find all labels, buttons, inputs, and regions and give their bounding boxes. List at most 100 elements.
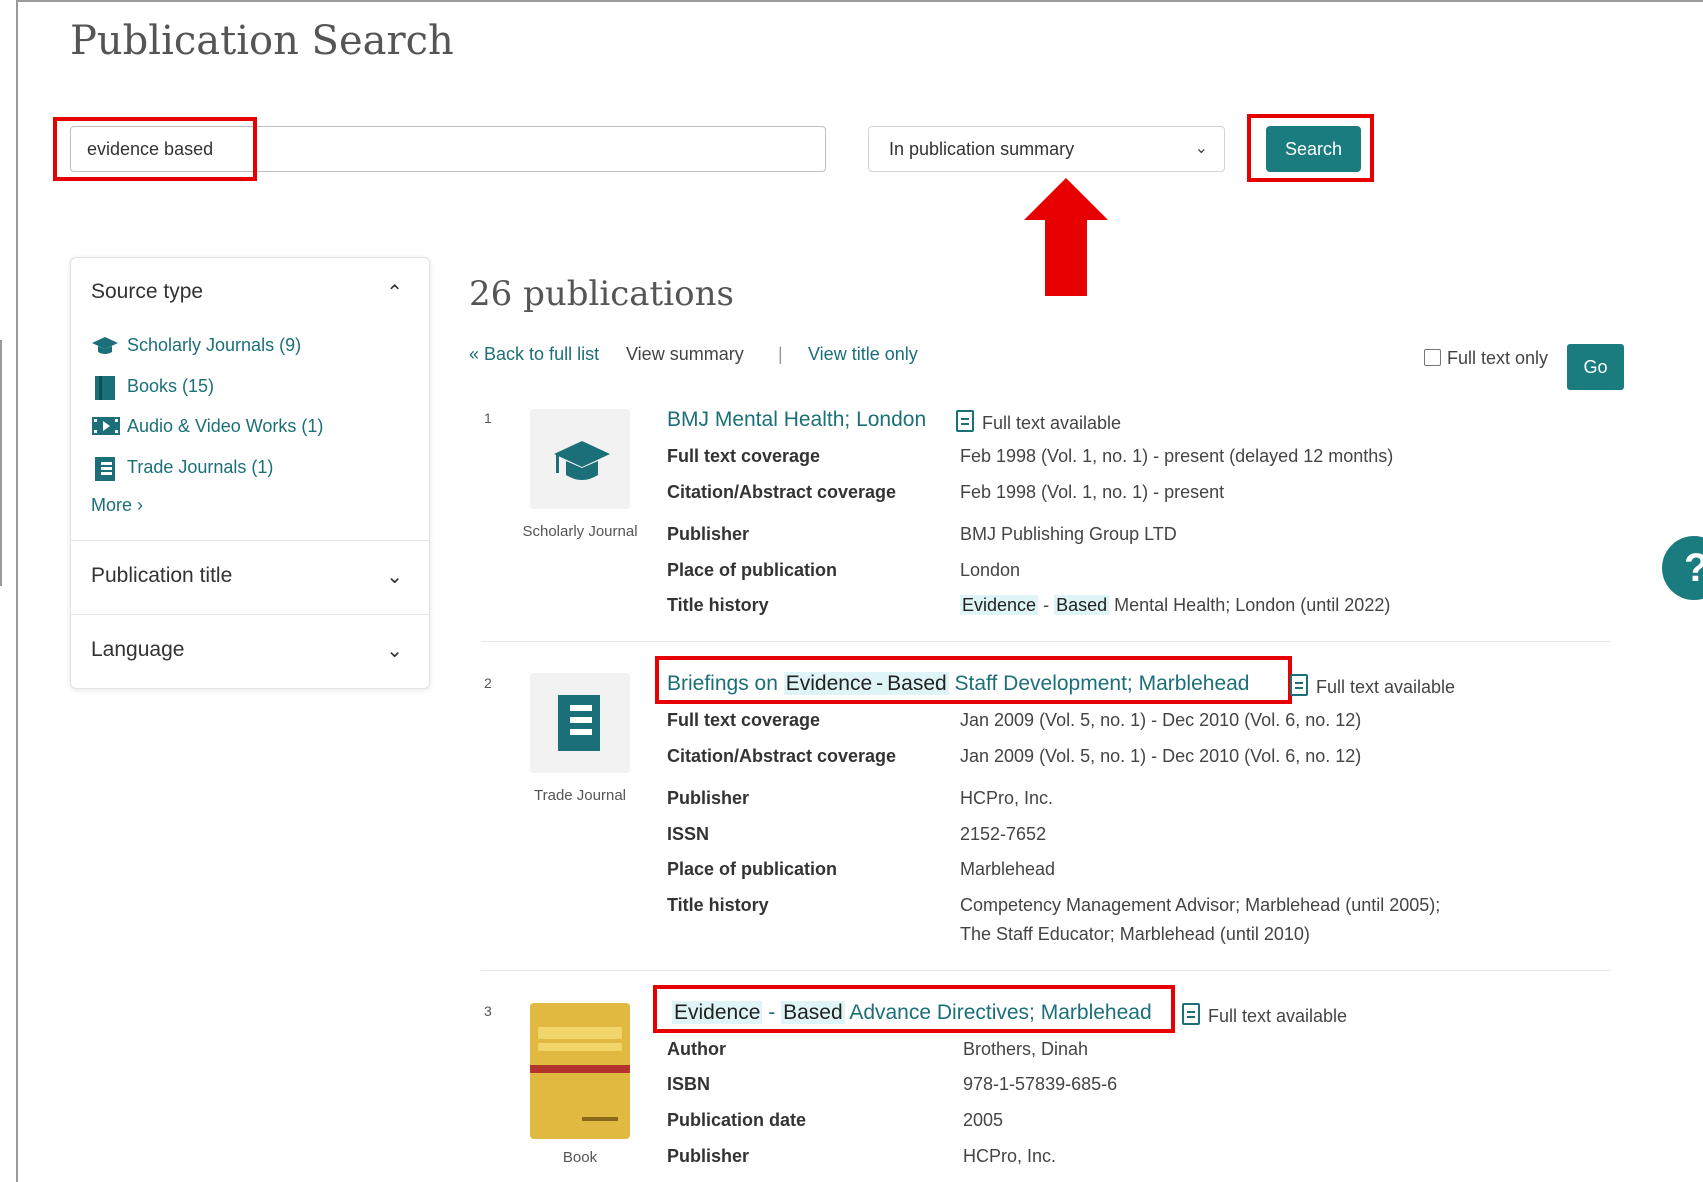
field-value: Feb 1998 (Vol. 1, no. 1) - present (dela… bbox=[960, 446, 1394, 466]
facet-more-link[interactable]: More › bbox=[91, 495, 143, 516]
facet-item-audio-video[interactable]: Audio & Video Works (1) bbox=[91, 415, 323, 439]
facet-item-label: Books (15) bbox=[127, 375, 215, 396]
document-icon bbox=[1290, 674, 1308, 696]
trade-journal-icon bbox=[91, 456, 119, 481]
facet-language-heading[interactable]: Language bbox=[91, 638, 184, 662]
facet-item-books[interactable]: Books (15) bbox=[91, 375, 215, 400]
facet-divider bbox=[71, 614, 429, 615]
book-icon bbox=[91, 375, 119, 400]
field-label: Publication date bbox=[667, 1110, 807, 1130]
result-type-caption: Trade Journal bbox=[534, 787, 626, 804]
question-mark-icon: ? bbox=[1684, 546, 1703, 590]
cover-subtitle-band bbox=[538, 1043, 622, 1051]
cover-author-band bbox=[582, 1117, 618, 1121]
frame-top-edge bbox=[16, 0, 1703, 2]
result-type-caption: Scholarly Journal bbox=[522, 523, 638, 540]
view-divider: | bbox=[778, 344, 783, 364]
checkbox-box[interactable] bbox=[1424, 349, 1441, 366]
annotation-arrow-shaft bbox=[1045, 218, 1087, 296]
facet-item-scholarly-journals[interactable]: Scholarly Journals (9) bbox=[91, 334, 301, 358]
field-value: Competency Management Advisor; Marblehea… bbox=[960, 895, 1441, 915]
graduation-cap-icon bbox=[91, 334, 119, 358]
chevron-up-icon[interactable]: ⌃ bbox=[386, 280, 403, 305]
search-scope-select[interactable]: In publication summary ⌄ bbox=[868, 126, 1225, 172]
field-value: Brothers, Dinah bbox=[963, 1039, 1089, 1059]
document-icon bbox=[1182, 1003, 1200, 1025]
facet-source-type-heading[interactable]: Source type bbox=[91, 280, 203, 304]
frame-left-edge bbox=[16, 0, 18, 1182]
result-separator bbox=[481, 970, 1611, 971]
field-label: Citation/Abstract coverage bbox=[667, 746, 897, 766]
double-chevron-left-icon: « bbox=[469, 344, 480, 364]
field-value: Feb 1998 (Vol. 1, no. 1) - present bbox=[960, 482, 1225, 502]
field-value: Jan 2009 (Vol. 5, no. 1) - Dec 2010 (Vol… bbox=[960, 746, 1362, 766]
chevron-down-icon[interactable]: ⌄ bbox=[386, 564, 403, 589]
frame-side-stub bbox=[0, 340, 2, 586]
field-label: Citation/Abstract coverage bbox=[667, 482, 897, 502]
field-value: 978-1-57839-685-6 bbox=[963, 1074, 1118, 1094]
result-thumbnail bbox=[530, 409, 630, 509]
result-number: 2 bbox=[484, 675, 492, 691]
facet-item-trade-journals[interactable]: Trade Journals (1) bbox=[91, 456, 274, 481]
cover-title-band bbox=[538, 1027, 622, 1039]
field-label: ISBN bbox=[667, 1074, 711, 1094]
full-text-only-checkbox[interactable]: Full text only bbox=[1424, 348, 1548, 369]
facet-item-label: Audio & Video Works (1) bbox=[127, 415, 324, 436]
facet-item-label: Trade Journals (1) bbox=[127, 456, 274, 477]
view-title-only-link[interactable]: View title only bbox=[808, 344, 918, 365]
field-label: Full text coverage bbox=[667, 710, 821, 730]
field-label: Title history bbox=[667, 595, 769, 615]
full-text-available-link[interactable]: Full text available bbox=[956, 410, 1121, 434]
trade-journal-icon bbox=[558, 695, 600, 751]
result-thumbnail bbox=[530, 673, 630, 773]
help-button[interactable]: ? bbox=[1662, 536, 1703, 600]
result-separator bbox=[481, 641, 1611, 642]
annotation-arrow-head bbox=[1024, 178, 1108, 220]
full-text-available-link[interactable]: Full text available bbox=[1290, 674, 1455, 698]
title-history-value: Evidence - Based Mental Health; London (… bbox=[960, 595, 1391, 615]
full-text-available-link[interactable]: Full text available bbox=[1182, 1003, 1347, 1027]
field-value: HCPro, Inc. bbox=[960, 788, 1054, 808]
chevron-down-icon: ⌄ bbox=[1194, 140, 1208, 157]
field-value: HCPro, Inc. bbox=[963, 1146, 1057, 1166]
field-label: Title history bbox=[667, 895, 769, 915]
field-label: Author bbox=[667, 1039, 726, 1059]
field-value: Marblehead bbox=[960, 859, 1056, 879]
field-label: Publisher bbox=[667, 1146, 750, 1166]
go-button[interactable]: Go bbox=[1567, 344, 1624, 390]
result-number: 1 bbox=[484, 410, 492, 426]
field-value: 2152-7652 bbox=[960, 824, 1047, 844]
film-icon bbox=[91, 415, 120, 439]
filter-sidebar: Source type ⌃ Scholarly Journals (9) Boo… bbox=[70, 257, 430, 689]
field-label: Publisher bbox=[667, 524, 750, 544]
field-value-continued: The Staff Educator; Marblehead (until 20… bbox=[960, 924, 1310, 944]
search-scope-value: In publication summary bbox=[889, 139, 1075, 159]
field-label: ISSN bbox=[667, 824, 710, 844]
book-cover-image bbox=[530, 1003, 630, 1139]
full-text-only-label: Full text only bbox=[1447, 348, 1549, 368]
facet-publication-title-heading[interactable]: Publication title bbox=[91, 564, 232, 588]
field-value: London bbox=[960, 560, 1021, 580]
annotation-box-result-2-title bbox=[655, 656, 1292, 704]
back-to-full-list-link[interactable]: « Back to full list bbox=[469, 344, 599, 365]
result-number: 3 bbox=[484, 1003, 492, 1019]
results-count: 26 publications bbox=[469, 274, 734, 314]
field-label: Publisher bbox=[667, 788, 750, 808]
facet-item-label: Scholarly Journals (9) bbox=[127, 334, 302, 355]
result-title-link[interactable]: BMJ Mental Health; London bbox=[667, 408, 926, 432]
document-icon bbox=[956, 410, 974, 432]
page-title: Publication Search bbox=[70, 18, 454, 64]
field-value: BMJ Publishing Group LTD bbox=[960, 524, 1177, 544]
graduation-cap-icon bbox=[554, 441, 610, 480]
field-value: 2005 bbox=[963, 1110, 1004, 1130]
result-type-caption: Book bbox=[562, 1149, 598, 1166]
field-label: Place of publication bbox=[667, 560, 838, 580]
field-value: Jan 2009 (Vol. 5, no. 1) - Dec 2010 (Vol… bbox=[960, 710, 1362, 730]
annotation-box-search-input bbox=[53, 117, 257, 181]
annotation-box-search-button bbox=[1247, 114, 1374, 182]
facet-divider bbox=[71, 540, 429, 541]
field-label: Full text coverage bbox=[667, 446, 821, 466]
view-summary-label: View summary bbox=[626, 344, 744, 364]
chevron-down-icon[interactable]: ⌄ bbox=[386, 638, 403, 663]
annotation-box-result-3-title bbox=[653, 985, 1175, 1033]
